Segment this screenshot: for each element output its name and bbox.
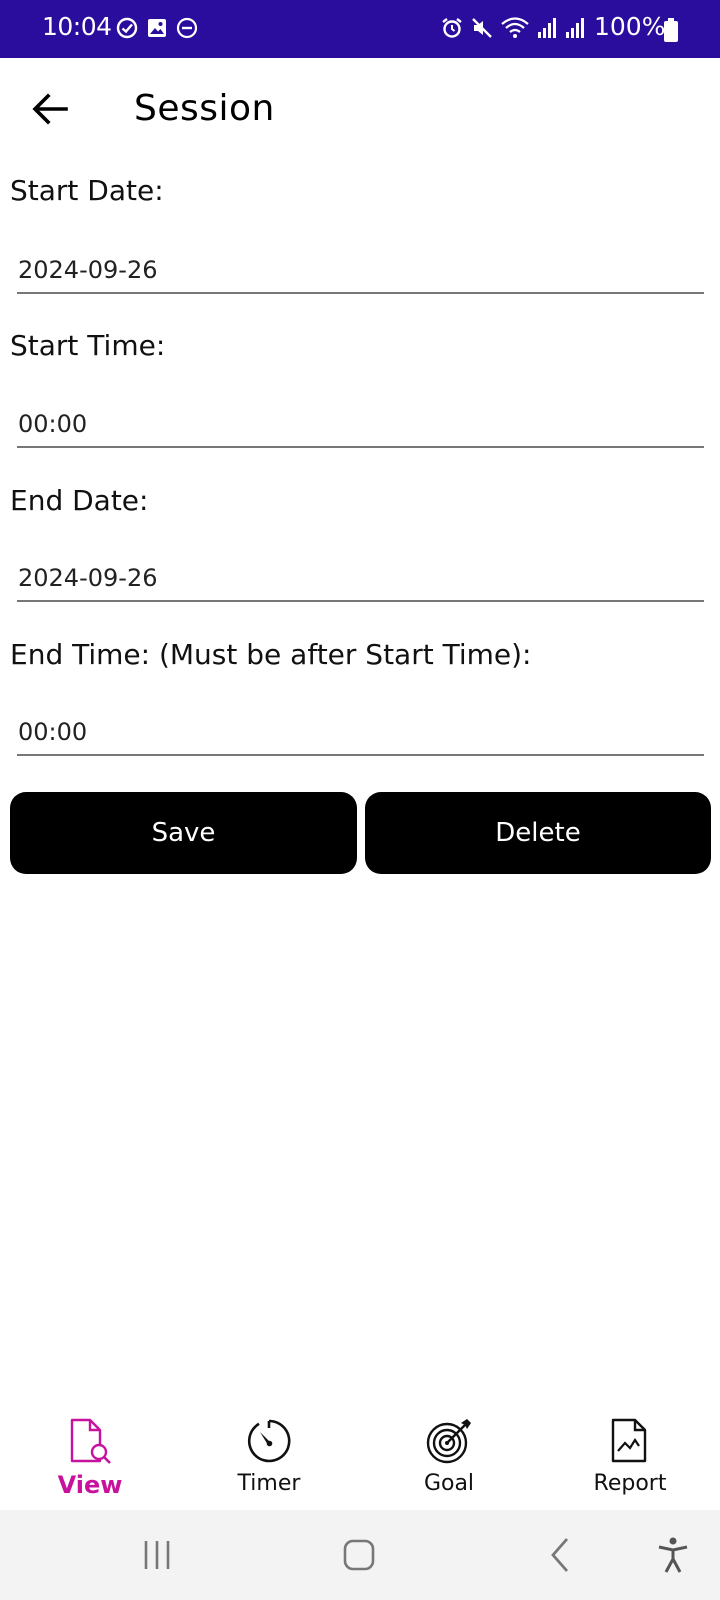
recent-apps-button[interactable] — [132, 1532, 182, 1578]
nav-item-timer[interactable]: Timer — [194, 1405, 344, 1510]
home-button[interactable] — [334, 1532, 384, 1578]
end-time-label: End Time: (Must be after Start Time): — [10, 638, 532, 671]
mute-icon — [472, 18, 492, 38]
report-chart-icon — [611, 1418, 647, 1463]
page-title: Session — [134, 88, 275, 129]
nav-label-goal: Goal — [423, 1471, 475, 1496]
start-time-field[interactable] — [17, 402, 704, 448]
app-header: Session — [0, 58, 720, 166]
nav-item-view[interactable]: View — [15, 1405, 165, 1510]
recent-apps-icon — [144, 1541, 170, 1569]
home-icon — [343, 1539, 375, 1571]
status-right-icons — [440, 16, 586, 40]
accessibility-button[interactable] — [648, 1532, 698, 1578]
battery-icon — [664, 18, 678, 42]
end-time-field[interactable] — [17, 710, 704, 756]
wifi-icon — [501, 17, 529, 38]
save-button[interactable]: Save — [10, 792, 357, 874]
signal-icon — [538, 18, 556, 38]
target-icon — [426, 1419, 471, 1464]
nav-item-goal[interactable]: Goal — [374, 1405, 524, 1510]
alarm-icon — [442, 18, 462, 38]
timer-icon — [247, 1419, 291, 1463]
nav-item-report[interactable]: Report — [555, 1405, 705, 1510]
status-left-icons — [116, 17, 198, 39]
image-icon — [148, 19, 166, 37]
end-date-field[interactable] — [17, 556, 704, 602]
accessibility-icon — [658, 1537, 688, 1573]
start-time-label: Start Time: — [10, 329, 166, 362]
nav-label-timer: Timer — [237, 1471, 301, 1496]
do-not-disturb-icon — [176, 17, 198, 39]
status-bar: 10:04 100% — [0, 0, 720, 58]
start-date-field[interactable] — [17, 248, 704, 294]
status-time: 10:04 — [42, 12, 112, 41]
battery-percentage: 100% — [594, 12, 666, 41]
chevron-left-icon — [551, 1538, 569, 1572]
nav-label-report: Report — [593, 1471, 667, 1496]
start-date-label: Start Date: — [10, 174, 164, 207]
system-navigation-bar — [0, 1510, 720, 1600]
bottom-navigation: View Timer Goal Report — [0, 1405, 720, 1510]
check-circle-icon — [116, 17, 138, 39]
back-button[interactable] — [28, 86, 74, 132]
nav-label-view: View — [57, 1471, 123, 1499]
signal-icon — [566, 18, 584, 38]
system-back-button[interactable] — [536, 1532, 586, 1578]
arrow-left-icon — [32, 93, 68, 125]
end-date-label: End Date: — [10, 484, 149, 517]
document-search-icon — [70, 1418, 111, 1464]
delete-button[interactable]: Delete — [365, 792, 711, 874]
